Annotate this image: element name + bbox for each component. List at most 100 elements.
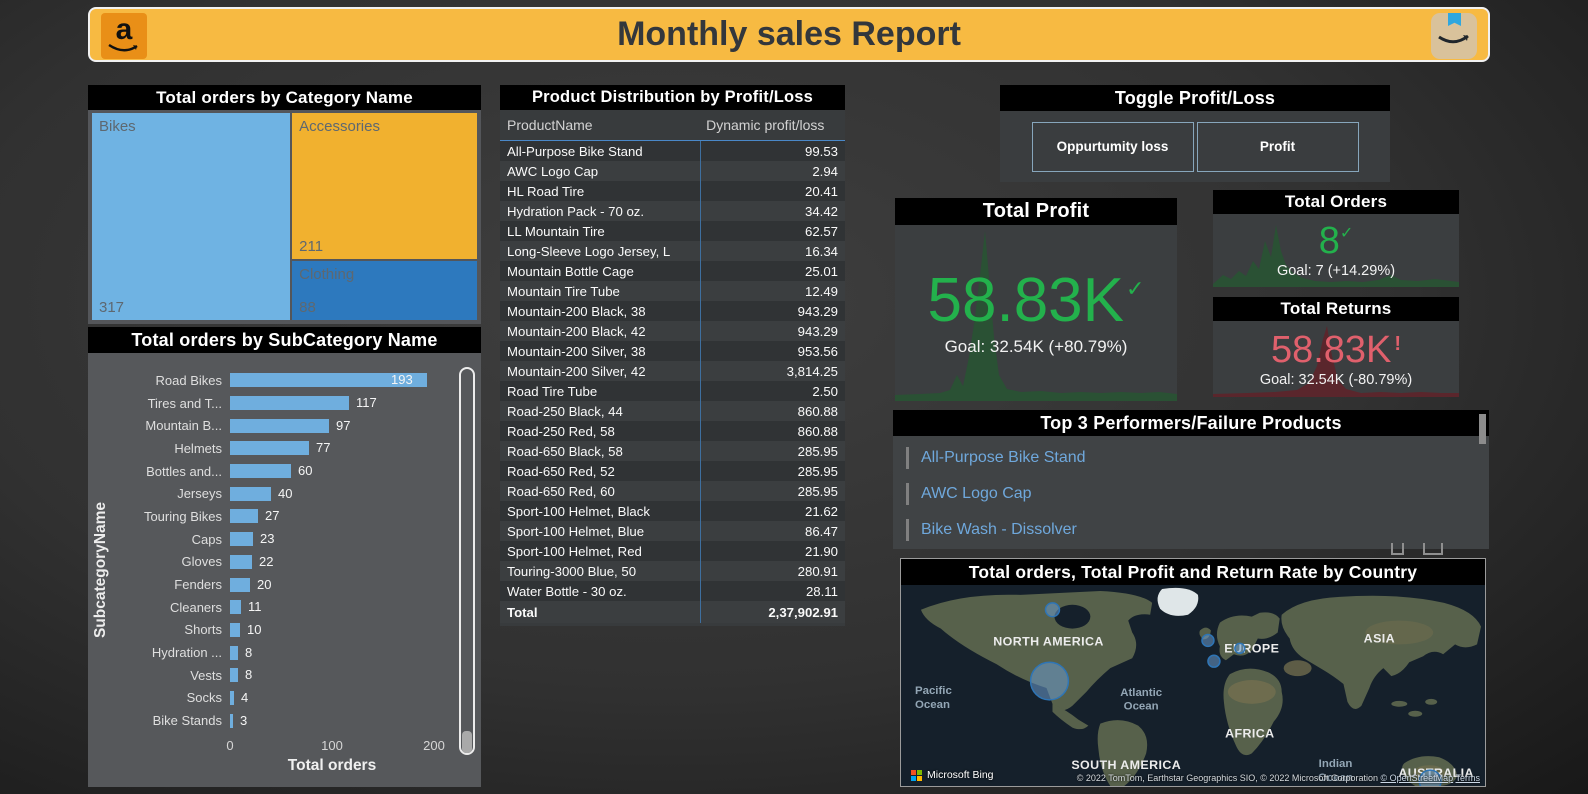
bar-row: Socks 4: [88, 687, 453, 710]
table-row[interactable]: Sport-100 Helmet, Red 21.90: [500, 541, 845, 561]
bar-rows: Road Bikes 193 Tires and T... 117 Mounta…: [88, 369, 453, 732]
table-row[interactable]: Touring-3000 Blue, 50 280.91: [500, 561, 845, 581]
table-row[interactable]: Sport-100 Helmet, Black 21.62: [500, 501, 845, 521]
top3-list-item[interactable]: All-Purpose Bike Stand: [893, 440, 1489, 476]
bubble-western-europe[interactable]: [1234, 642, 1246, 655]
bar[interactable]: [230, 713, 233, 728]
table-row[interactable]: Hydration Pack - 70 oz. 34.42: [500, 201, 845, 221]
popout-icon[interactable]: [1423, 543, 1443, 555]
product-name-cell: LL Mountain Tire: [507, 223, 605, 239]
bar-category-label: Road Bikes: [155, 372, 222, 388]
top3-list-item[interactable]: AWC Logo Cap: [893, 476, 1489, 512]
product-name-cell: AWC Logo Cap: [507, 163, 599, 179]
product-name-cell: Hydration Pack - 70 oz.: [507, 203, 645, 219]
label-indian: Indian: [1319, 758, 1353, 770]
product-name-cell: Road Tire Tube: [507, 383, 598, 399]
table-row[interactable]: Road-650 Red, 52 285.95: [500, 461, 845, 481]
table-row[interactable]: Sport-100 Helmet, Blue 86.47: [500, 521, 845, 541]
column-header-productname[interactable]: ProductName: [500, 117, 700, 133]
scrollbar-thumb[interactable]: [462, 731, 472, 753]
bar-track: 27: [230, 509, 453, 524]
openstreetmap-link[interactable]: © OpenStreetMap: [1380, 773, 1453, 783]
treemap-tile-clothing[interactable]: Clothing 88: [292, 261, 477, 320]
bar[interactable]: [230, 622, 240, 637]
bubble-france[interactable]: [1207, 654, 1221, 668]
bar-row: Bike Stands 3: [88, 709, 453, 732]
bar[interactable]: [230, 554, 252, 569]
bar-value-label: 10: [247, 621, 262, 637]
focus-mode-icon[interactable]: [1391, 543, 1404, 555]
treemap-tile-bikes[interactable]: Bikes 317: [92, 113, 291, 320]
table-row[interactable]: Road-250 Black, 44 860.88: [500, 401, 845, 421]
bar[interactable]: [230, 464, 291, 479]
scrollbar-thumb[interactable]: [1479, 414, 1486, 444]
bar-value-label: 60: [298, 463, 313, 479]
table-row[interactable]: Mountain-200 Black, 42 943.29: [500, 321, 845, 341]
table-row[interactable]: Mountain-200 Silver, 42 3,814.25: [500, 361, 845, 381]
table-row[interactable]: Mountain-200 Silver, 38 953.56: [500, 341, 845, 361]
bar[interactable]: [230, 532, 253, 547]
bar-row: Helmets 77: [88, 437, 453, 460]
table-row[interactable]: Road Tire Tube 2.50: [500, 381, 845, 401]
bar-value-label: 8: [245, 667, 253, 683]
map-attribution: © 2022 TomTom, Earthstar Geographics SIO…: [1077, 773, 1480, 783]
checkmark-icon: ✓: [1339, 225, 1354, 242]
bar-track: 4: [230, 690, 453, 705]
terms-link[interactable]: Terms: [1456, 773, 1481, 783]
bar-row: Gloves 22: [88, 551, 453, 574]
bubble-united-kingdom[interactable]: [1201, 633, 1215, 648]
bar-category-label: Helmets: [174, 440, 222, 456]
x-tick: 200: [423, 738, 445, 753]
product-name-cell: Touring-3000 Blue, 50: [507, 563, 637, 579]
label-europe: EUROPE: [1224, 641, 1279, 655]
bar[interactable]: [230, 668, 238, 683]
bing-label: Microsoft Bing: [927, 769, 994, 781]
product-name-cell: Road-650 Red, 52: [507, 463, 615, 479]
world-map[interactable]: NORTH AMERICA EUROPE ASIA AFRICA SOUTH A…: [901, 585, 1485, 786]
table-row[interactable]: Road-250 Red, 58 860.88: [500, 421, 845, 441]
profit-button[interactable]: Profit: [1196, 121, 1359, 172]
x-tick: 0: [226, 738, 234, 753]
table-row[interactable]: Mountain-200 Black, 38 943.29: [500, 301, 845, 321]
table-total-row: Total 2,37,902.91: [500, 601, 845, 623]
treemap-plot: Bikes 317 Accessories 211 Clothing 88: [92, 113, 477, 320]
bar-row: Touring Bikes 27: [88, 505, 453, 528]
bar[interactable]: [230, 645, 238, 660]
label-atlantic-2: Ocean: [1124, 701, 1159, 713]
bar-track: 10: [230, 621, 453, 637]
column-header-profitloss[interactable]: Dynamic profit/loss: [700, 117, 845, 133]
scrollbar-track[interactable]: [459, 367, 475, 755]
label-pacific: Pacific: [915, 685, 953, 697]
bubble-united-states[interactable]: [1029, 661, 1070, 701]
bar-row: Cleaners 11: [88, 596, 453, 619]
bar[interactable]: [230, 486, 271, 501]
bar-track: 40: [230, 486, 453, 501]
opportunity-loss-button[interactable]: Oppurtumity loss: [1031, 121, 1194, 172]
table-row[interactable]: Water Bottle - 30 oz. 28.11: [500, 581, 845, 601]
treemap-tile-accessories[interactable]: Accessories 211: [292, 113, 477, 260]
table-row[interactable]: Road-650 Black, 58 285.95: [500, 441, 845, 461]
bar[interactable]: [230, 396, 349, 411]
table-row[interactable]: HL Road Tire 20.41: [500, 181, 845, 201]
bar[interactable]: [230, 441, 309, 456]
table-row[interactable]: AWC Logo Cap 2.94: [500, 161, 845, 181]
bar[interactable]: [230, 509, 258, 524]
table-row[interactable]: Long-Sleeve Logo Jersey, L 16.34: [500, 241, 845, 261]
table-row[interactable]: Mountain Tire Tube 12.49: [500, 281, 845, 301]
kpi-profit-value: 58.83K: [927, 265, 1125, 335]
bar[interactable]: [230, 600, 241, 615]
table-row[interactable]: LL Mountain Tire 62.57: [500, 221, 845, 241]
total-value-cell: 2,37,902.91: [700, 601, 845, 623]
bar-category-label: Jerseys: [177, 486, 222, 502]
profit-value-cell: 943.29: [700, 301, 845, 321]
label-pacific-2: Ocean: [915, 699, 950, 711]
profit-value-cell: 285.95: [700, 461, 845, 481]
bar[interactable]: [230, 577, 250, 592]
table-row[interactable]: Mountain Bottle Cage 25.01: [500, 261, 845, 281]
table-row[interactable]: Road-650 Red, 60 285.95: [500, 481, 845, 501]
bar[interactable]: [230, 690, 234, 705]
bubble-canada[interactable]: [1044, 602, 1061, 618]
bar-category-label: Gloves: [181, 554, 222, 570]
bar[interactable]: [230, 418, 329, 433]
table-row[interactable]: All-Purpose Bike Stand 99.53: [500, 141, 845, 161]
